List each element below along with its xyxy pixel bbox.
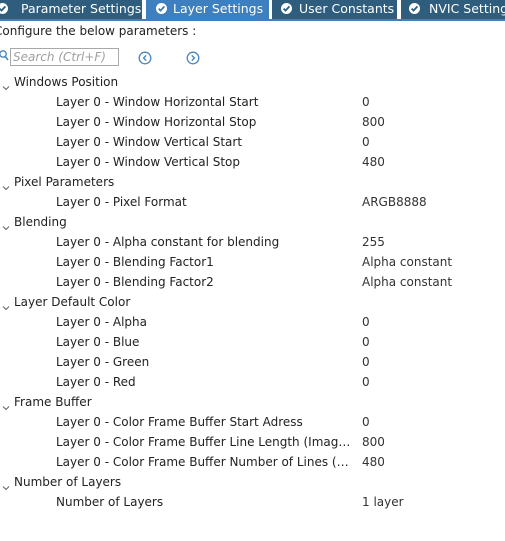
param-value[interactable]: 0 bbox=[362, 312, 370, 332]
param-value[interactable]: 0 bbox=[362, 352, 370, 372]
group-label: Blending bbox=[14, 215, 67, 229]
tab-nvic-settings[interactable]: NVIC Settings bbox=[401, 0, 505, 19]
param-row[interactable]: Layer 0 - Color Frame Buffer Number of L… bbox=[0, 452, 505, 472]
expand-chevron-icon[interactable] bbox=[2, 398, 10, 411]
group-label: Number of Layers bbox=[14, 475, 122, 489]
param-value[interactable]: 0 bbox=[362, 412, 370, 432]
param-label: Layer 0 - Window Vertical Stop bbox=[56, 155, 241, 169]
tab-label: Layer Settings bbox=[173, 1, 264, 16]
param-label: Layer 0 - Color Frame Buffer Line Length… bbox=[56, 435, 352, 449]
next-button[interactable] bbox=[186, 51, 200, 65]
check-circle-icon bbox=[156, 3, 167, 14]
tab-layer-settings[interactable]: Layer Settings bbox=[146, 0, 269, 19]
param-label: Layer 0 - Alpha bbox=[56, 315, 147, 329]
tab-label: User Constants bbox=[299, 1, 395, 16]
param-row[interactable]: Layer 0 - Color Frame Buffer Line Length… bbox=[0, 432, 505, 452]
param-row[interactable]: Layer 0 - Window Vertical Start 0 bbox=[0, 132, 505, 152]
check-circle-icon bbox=[0, 3, 8, 14]
tab-label: NVIC Settings bbox=[429, 1, 505, 16]
group-row-frame-buffer[interactable]: Frame Buffer bbox=[0, 392, 505, 412]
param-row[interactable]: Layer 0 - Pixel Format ARGB8888 bbox=[0, 192, 505, 212]
param-row[interactable]: Layer 0 - Alpha constant for blending 25… bbox=[0, 232, 505, 252]
group-row-layer-default-color[interactable]: Layer Default Color bbox=[0, 292, 505, 312]
param-value[interactable]: 255 bbox=[362, 232, 385, 252]
param-row[interactable]: Layer 0 - Window Vertical Stop 480 bbox=[0, 152, 505, 172]
param-row[interactable]: Number of Layers 1 layer bbox=[0, 492, 505, 512]
chevron-left-icon bbox=[138, 51, 152, 65]
param-row[interactable]: Layer 0 - Blue 0 bbox=[0, 332, 505, 352]
param-value[interactable]: 0 bbox=[362, 92, 370, 112]
param-label: Layer 0 - Window Horizontal Start bbox=[56, 95, 259, 109]
param-value[interactable]: Alpha constant bbox=[362, 272, 452, 292]
tab-parameter-settings[interactable]: Parameter Settings bbox=[0, 0, 142, 19]
param-value[interactable]: 480 bbox=[362, 152, 385, 172]
check-circle-icon bbox=[409, 3, 420, 14]
param-label: Layer 0 - Pixel Format bbox=[56, 195, 187, 209]
param-value[interactable]: 0 bbox=[362, 332, 370, 352]
tab-underline bbox=[0, 19, 505, 21]
param-label: Layer 0 - Green bbox=[56, 355, 150, 369]
group-label: Layer Default Color bbox=[14, 295, 131, 309]
tab-label: Parameter Settings bbox=[21, 1, 142, 16]
param-label: Layer 0 - Red bbox=[56, 375, 136, 389]
param-row[interactable]: Layer 0 - Blending Factor1 Alpha constan… bbox=[0, 252, 505, 272]
param-row[interactable]: Layer 0 - Window Horizontal Start 0 bbox=[0, 92, 505, 112]
param-value[interactable]: 480 bbox=[362, 452, 385, 472]
param-row[interactable]: Layer 0 - Green 0 bbox=[0, 352, 505, 372]
expand-chevron-icon[interactable] bbox=[2, 218, 10, 231]
param-value[interactable]: 800 bbox=[362, 432, 385, 452]
param-label: Layer 0 - Alpha constant for blending bbox=[56, 235, 280, 249]
param-label: Layer 0 - Window Horizontal Stop bbox=[56, 115, 257, 129]
group-label: Windows Position bbox=[14, 75, 119, 89]
param-label: Layer 0 - Blue bbox=[56, 335, 140, 349]
param-value[interactable]: ARGB8888 bbox=[362, 192, 427, 212]
search-input[interactable] bbox=[10, 48, 119, 66]
param-value[interactable]: 0 bbox=[362, 132, 370, 152]
param-row[interactable]: Layer 0 - Window Horizontal Stop 800 bbox=[0, 112, 505, 132]
param-label: Layer 0 - Color Frame Buffer Number of L… bbox=[56, 455, 352, 469]
expand-chevron-icon[interactable] bbox=[2, 78, 10, 91]
expand-chevron-icon[interactable] bbox=[2, 178, 10, 191]
param-value[interactable]: 1 layer bbox=[362, 492, 404, 512]
tab-bar: Parameter Settings Layer Settings User C… bbox=[0, 0, 505, 19]
previous-button[interactable] bbox=[138, 51, 152, 65]
param-row[interactable]: Layer 0 - Alpha 0 bbox=[0, 312, 505, 332]
chevron-right-icon bbox=[186, 51, 200, 65]
group-row-number-of-layers[interactable]: Number of Layers bbox=[0, 472, 505, 492]
group-row-windows-position[interactable]: Windows Position bbox=[0, 72, 505, 92]
check-circle-icon bbox=[281, 3, 292, 14]
param-label: Layer 0 - Color Frame Buffer Start Adres… bbox=[56, 415, 303, 429]
group-row-blending[interactable]: Blending bbox=[0, 212, 505, 232]
configure-subtitle: Configure the below parameters : bbox=[0, 24, 197, 38]
search-icon bbox=[0, 50, 9, 61]
param-label: Layer 0 - Blending Factor1 bbox=[56, 255, 214, 269]
group-row-pixel-parameters[interactable]: Pixel Parameters bbox=[0, 172, 505, 192]
param-value[interactable]: 800 bbox=[362, 112, 385, 132]
tab-user-constants[interactable]: User Constants bbox=[272, 0, 397, 19]
param-label: Layer 0 - Window Vertical Start bbox=[56, 135, 243, 149]
group-label: Frame Buffer bbox=[14, 395, 92, 409]
param-value[interactable]: Alpha constant bbox=[362, 252, 452, 272]
param-row[interactable]: Layer 0 - Color Frame Buffer Start Adres… bbox=[0, 412, 505, 432]
param-row[interactable]: Layer 0 - Blending Factor2 Alpha constan… bbox=[0, 272, 505, 292]
group-label: Pixel Parameters bbox=[14, 175, 115, 189]
param-value[interactable]: 0 bbox=[362, 372, 370, 392]
param-label: Number of Layers bbox=[56, 495, 164, 509]
expand-chevron-icon[interactable] bbox=[2, 298, 10, 311]
param-label: Layer 0 - Blending Factor2 bbox=[56, 275, 214, 289]
expand-chevron-icon[interactable] bbox=[2, 478, 10, 491]
param-row[interactable]: Layer 0 - Red 0 bbox=[0, 372, 505, 392]
